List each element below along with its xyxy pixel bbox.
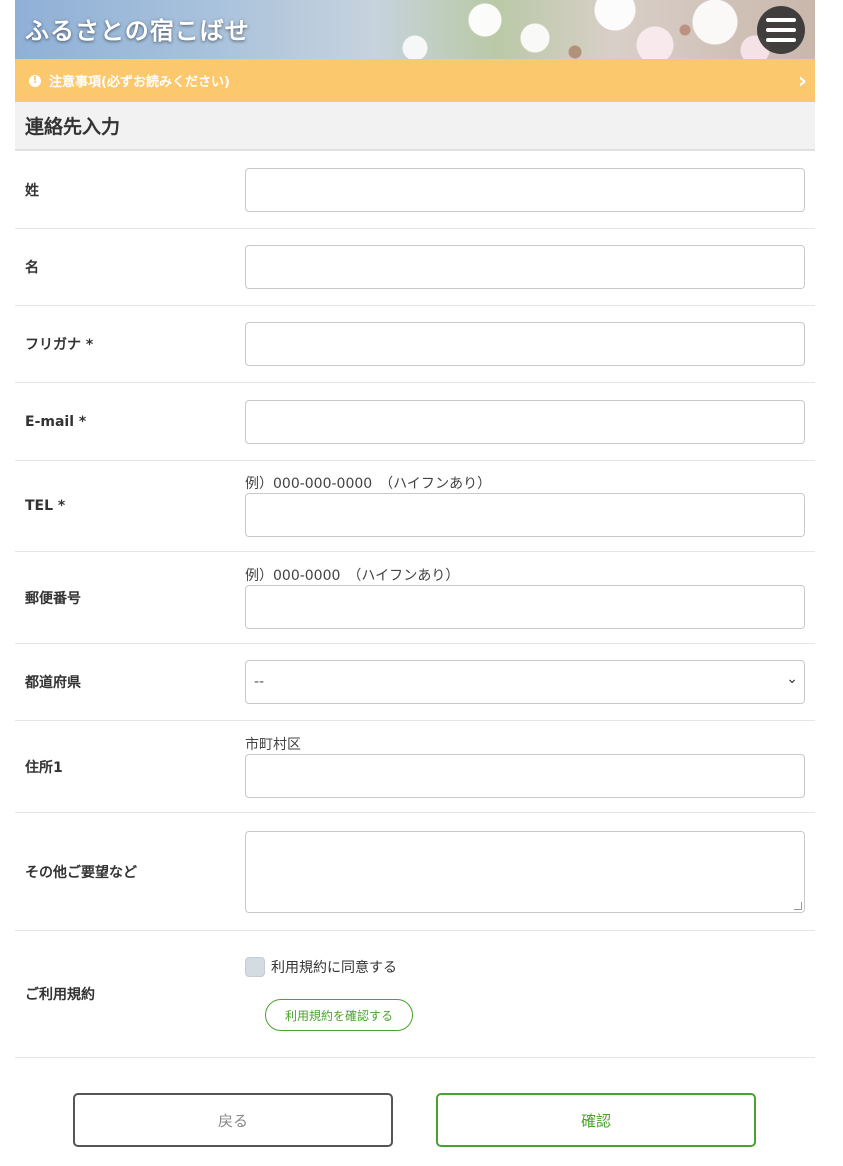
address1-hint: 市町村区 bbox=[245, 736, 301, 753]
tel-hint: 例）000-000-0000 （ハイフンあり） bbox=[245, 476, 492, 492]
resize-grip-icon[interactable] bbox=[794, 901, 802, 910]
exclamation-circle-icon: ! bbox=[29, 74, 41, 87]
site-title[interactable]: ふるさとの宿こばせ bbox=[25, 11, 250, 46]
confirm-button[interactable]: 確認 bbox=[436, 1093, 756, 1147]
first-name-label: 名 bbox=[25, 260, 39, 276]
postal-label: 郵便番号 bbox=[25, 590, 81, 607]
page: ふるさとの宿こばせ ! 注意事項(必ずお読みください) › 連絡先入力 姓 名 … bbox=[15, 0, 815, 1058]
chevron-right-icon: › bbox=[797, 69, 807, 94]
notice-bar[interactable]: ! 注意事項(必ずお読みください) › bbox=[15, 59, 815, 102]
back-button[interactable]: 戻る bbox=[73, 1093, 393, 1147]
form-row-address1: 住所1 市町村区 bbox=[15, 721, 815, 813]
header-banner: ふるさとの宿こばせ bbox=[15, 0, 815, 59]
form-row-postal: 郵便番号 例）000-0000 （ハイフンあり） bbox=[15, 552, 815, 644]
hamburger-menu-icon[interactable] bbox=[757, 6, 805, 54]
prefecture-label: 都道府県 bbox=[25, 675, 81, 691]
form-row-tel: TEL * 例）000-000-0000 （ハイフンあり） bbox=[15, 461, 815, 552]
terms-label: ご利用規約 bbox=[25, 987, 95, 1003]
requests-textarea[interactable] bbox=[245, 830, 805, 913]
address1-label: 住所1 bbox=[25, 759, 63, 776]
form-row-first-name: 名 bbox=[15, 229, 815, 306]
form-row-last-name: 姓 bbox=[15, 151, 815, 229]
furigana-input[interactable] bbox=[245, 322, 805, 366]
tel-input[interactable] bbox=[245, 493, 805, 537]
requests-label: その他ご要望など bbox=[25, 864, 137, 881]
form-row-furigana: フリガナ * bbox=[15, 306, 815, 383]
agree-terms-checkbox[interactable] bbox=[245, 957, 265, 977]
chevron-down-icon: ⌄ bbox=[786, 671, 798, 687]
prefecture-selected-value: -- bbox=[254, 674, 265, 690]
notice-text: 注意事項(必ずお読みください) bbox=[49, 75, 230, 90]
last-name-input[interactable] bbox=[245, 167, 805, 212]
address1-input[interactable] bbox=[245, 753, 805, 798]
last-name-label: 姓 bbox=[25, 182, 39, 199]
email-input[interactable] bbox=[245, 399, 805, 444]
tel-label: TEL * bbox=[25, 498, 66, 514]
first-name-input[interactable] bbox=[245, 245, 805, 289]
agree-terms-line: 利用規約に同意する bbox=[245, 957, 397, 977]
agree-terms-text[interactable]: 利用規約に同意する bbox=[271, 957, 397, 977]
page-title: 連絡先入力 bbox=[15, 102, 815, 151]
form-row-terms: ご利用規約 利用規約に同意する 利用規約を確認する bbox=[15, 931, 815, 1058]
form-actions: 戻る 確認 bbox=[0, 1093, 843, 1149]
view-terms-button[interactable]: 利用規約を確認する bbox=[265, 999, 413, 1031]
prefecture-select[interactable]: -- ⌄ bbox=[245, 660, 805, 704]
email-label: E-mail * bbox=[25, 413, 87, 430]
postal-hint: 例）000-0000 （ハイフンあり） bbox=[245, 567, 460, 584]
form-row-prefecture: 都道府県 -- ⌄ bbox=[15, 644, 815, 721]
postal-input[interactable] bbox=[245, 584, 805, 629]
furigana-label: フリガナ * bbox=[25, 337, 94, 353]
form-row-email: E-mail * bbox=[15, 383, 815, 461]
form-row-requests: その他ご要望など bbox=[15, 813, 815, 931]
